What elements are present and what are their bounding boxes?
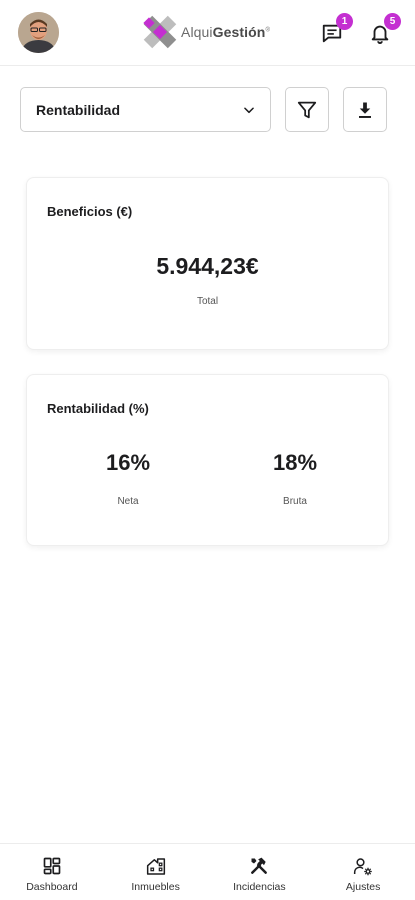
net-profitability-value: 16%: [105, 450, 151, 475]
tools-icon: [249, 856, 269, 876]
messages-button[interactable]: 1: [319, 13, 353, 46]
building-icon: [146, 856, 166, 876]
net-profitability-label: Neta: [117, 496, 139, 507]
profitability-card: Rentabilidad (%) 16% Neta 18% Bruta: [26, 374, 389, 546]
download-icon: [359, 102, 371, 118]
logo-mark-icon: [143, 15, 177, 49]
nav-label-inmuebles: Inmuebles: [131, 881, 180, 893]
benefits-title: Beneficios (€): [47, 204, 133, 219]
gross-profitability-value: 18%: [272, 450, 318, 475]
avatar[interactable]: [18, 12, 59, 53]
benefits-total-value: 5.944,23€: [156, 253, 259, 279]
nav-item-incidencias[interactable]: Incidencias: [208, 844, 312, 900]
benefits-card: Beneficios (€) 5.944,23€ Total: [26, 177, 389, 350]
download-button[interactable]: [343, 87, 387, 132]
view-select[interactable]: Rentabilidad: [20, 87, 271, 132]
nav-item-dashboard[interactable]: Dashboard: [0, 844, 104, 900]
nav-label-dashboard: Dashboard: [26, 881, 78, 893]
nav-label-ajustes: Ajustes: [345, 881, 381, 893]
gross-profitability-label: Bruta: [283, 496, 307, 507]
app-header: AlquiGestión® 1 5: [0, 0, 415, 66]
nav-item-inmuebles[interactable]: Inmuebles: [104, 844, 208, 900]
nav-label-incidencias: Incidencias: [233, 881, 286, 893]
app-logo: AlquiGestión®: [143, 14, 270, 50]
nav-item-ajustes[interactable]: Ajustes: [311, 844, 415, 900]
gross-profitability: 18% Bruta: [235, 450, 355, 507]
net-profitability: 16% Neta: [68, 450, 188, 507]
bottom-navigation: Dashboard Inmuebles Incidencias Ajustes: [0, 843, 415, 900]
user-avatar-icon: [18, 12, 59, 53]
user-settings-icon: [353, 856, 373, 876]
view-select-value: Rentabilidad: [36, 101, 121, 118]
profitability-title: Rentabilidad (%): [47, 401, 149, 416]
benefits-total-label: Total: [196, 296, 219, 307]
logo-text: AlquiGestión®: [181, 24, 270, 40]
notifications-badge: 5: [384, 13, 401, 30]
notifications-button[interactable]: 5: [367, 13, 401, 46]
filter-button[interactable]: [285, 87, 329, 132]
filter-icon: [297, 101, 317, 118]
chevron-down-icon: [244, 106, 254, 113]
dashboard-icon: [42, 856, 62, 876]
messages-badge: 1: [336, 13, 353, 30]
